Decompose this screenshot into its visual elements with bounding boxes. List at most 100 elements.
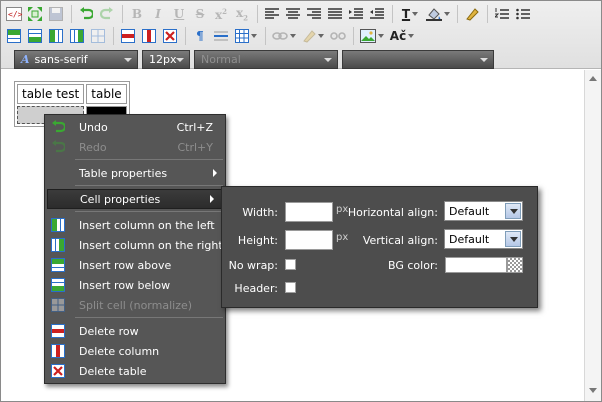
menu-item-cell-properties[interactable]: Cell properties: [47, 189, 223, 209]
halign-select[interactable]: Default: [444, 201, 523, 221]
delete-table-icon[interactable]: [160, 26, 180, 46]
menu-separator: [75, 211, 223, 212]
font-color-icon[interactable]: T: [397, 4, 423, 24]
menu-item-shortcut: Ctrl+Z: [176, 121, 213, 134]
bold-icon[interactable]: B: [127, 4, 147, 24]
chevron-down-icon: [124, 57, 132, 62]
link-icon[interactable]: [270, 26, 298, 46]
menu-item-label: Cell properties: [80, 193, 161, 206]
font-icon: A: [21, 52, 30, 66]
justify-icon[interactable]: [325, 4, 345, 24]
menu-item-insert-row-below[interactable]: Insert row below: [45, 275, 225, 295]
anchor-icon[interactable]: [299, 26, 327, 46]
delete-col-icon[interactable]: [139, 26, 159, 46]
menu-separator: [75, 317, 223, 318]
format-block-value: Normal: [201, 52, 241, 66]
indent-icon[interactable]: [346, 4, 366, 24]
chevron-down-icon[interactable]: [505, 203, 521, 219]
table-cell[interactable]: table: [86, 84, 127, 104]
insert-col-left-icon[interactable]: [46, 26, 66, 46]
menu-item-shortcut: Ctrl+Y: [177, 141, 213, 154]
scroll-down-icon[interactable]: [589, 388, 597, 393]
align-right-icon[interactable]: [304, 4, 324, 24]
vertical-scrollbar[interactable]: [584, 70, 601, 401]
table-cell[interactable]: table test: [17, 84, 85, 104]
delete-row-icon[interactable]: [118, 26, 138, 46]
header-checkbox[interactable]: [285, 282, 296, 293]
split-cell-icon: [51, 298, 65, 312]
font-family-select[interactable]: A sans-serif: [14, 49, 138, 69]
header-label: Header:: [234, 282, 278, 295]
redo-icon: [52, 140, 65, 153]
menu-item-label: Table properties: [79, 167, 168, 180]
toolbar-separator: [257, 5, 258, 23]
style-select[interactable]: [342, 49, 494, 69]
bg-color-icon[interactable]: [424, 4, 452, 24]
source-icon[interactable]: </>: [4, 4, 24, 24]
menu-item-split-cell[interactable]: Split cell (normalize): [45, 295, 225, 315]
spellcheck-icon[interactable]: Ač: [387, 26, 417, 46]
menu-item-label: Delete column: [79, 345, 160, 358]
halign-label: Horizontal align:: [347, 206, 438, 219]
underline-icon[interactable]: U: [169, 4, 189, 24]
split-cell-icon[interactable]: [88, 26, 108, 46]
height-input[interactable]: [285, 230, 333, 250]
hr-icon[interactable]: [211, 26, 231, 46]
toolbar-separator: [392, 5, 393, 23]
align-left-icon[interactable]: [262, 4, 282, 24]
insert-row-below-icon[interactable]: [25, 26, 45, 46]
menu-item-insert-col-right[interactable]: Insert column on the right: [45, 235, 225, 255]
menu-item-label: Split cell (normalize): [79, 299, 193, 312]
chevron-right-icon: [210, 195, 214, 203]
save-icon[interactable]: [46, 4, 66, 24]
menu-item-insert-row-above[interactable]: Insert row above: [45, 255, 225, 275]
menu-item-label: Delete table: [79, 365, 147, 378]
font-size-select[interactable]: 12px: [142, 49, 190, 69]
insert-col-right-icon: [51, 238, 65, 252]
outdent-icon[interactable]: [367, 4, 387, 24]
clear-format-icon[interactable]: [462, 4, 482, 24]
menu-item-delete-row[interactable]: Delete row: [45, 321, 225, 341]
menu-item-delete-column[interactable]: Delete column: [45, 341, 225, 361]
insert-row-above-icon[interactable]: [4, 26, 24, 46]
menu-item-redo[interactable]: Redo Ctrl+Y: [45, 137, 225, 157]
toolbar-row-2: ¶ Ač: [4, 25, 418, 47]
width-input[interactable]: [285, 202, 333, 222]
toolbar-separator: [353, 27, 354, 45]
menu-item-insert-col-left[interactable]: Insert column on the left: [45, 215, 225, 235]
redo-icon[interactable]: [97, 4, 117, 24]
insert-col-right-icon[interactable]: [67, 26, 87, 46]
delete-col-icon: [51, 344, 65, 358]
menu-separator: [75, 159, 223, 160]
menu-item-undo[interactable]: Undo Ctrl+Z: [45, 117, 225, 137]
paragraph-icon[interactable]: ¶: [190, 26, 210, 46]
chevron-down-icon[interactable]: [505, 231, 521, 247]
menu-item-delete-table[interactable]: Delete table: [45, 361, 225, 381]
chevron-down-icon: [176, 57, 184, 62]
unordered-list-icon[interactable]: [513, 4, 533, 24]
cell-properties-panel: Width: px Height: px No wrap: Header: Ho…: [221, 186, 538, 308]
menu-item-table-properties[interactable]: Table properties: [45, 163, 225, 183]
strike-icon[interactable]: S: [190, 4, 210, 24]
subscript-icon[interactable]: x2: [232, 4, 252, 24]
align-center-icon[interactable]: [283, 4, 303, 24]
valign-select[interactable]: Default: [444, 229, 523, 249]
unlink-icon[interactable]: [328, 26, 348, 46]
fullscreen-icon[interactable]: [25, 4, 45, 24]
nowrap-checkbox[interactable]: [285, 259, 296, 270]
toolbar-row-1: </> B I U S x2 x2 T: [4, 3, 534, 25]
bgcolor-swatch[interactable]: [445, 257, 507, 273]
table-icon[interactable]: [232, 26, 260, 46]
ordered-list-icon[interactable]: [492, 4, 512, 24]
format-block-select[interactable]: Normal: [194, 49, 338, 69]
superscript-icon[interactable]: x2: [211, 4, 231, 24]
insert-row-above-icon: [51, 258, 65, 272]
undo-icon[interactable]: [76, 4, 96, 24]
scroll-up-icon[interactable]: [589, 76, 597, 81]
menu-item-label: Insert row below: [79, 279, 171, 292]
image-icon[interactable]: [358, 26, 386, 46]
transparent-color-icon[interactable]: [507, 257, 523, 273]
italic-icon[interactable]: I: [148, 4, 168, 24]
height-label: Height:: [237, 234, 278, 247]
menu-item-label: Insert column on the right: [79, 239, 223, 252]
